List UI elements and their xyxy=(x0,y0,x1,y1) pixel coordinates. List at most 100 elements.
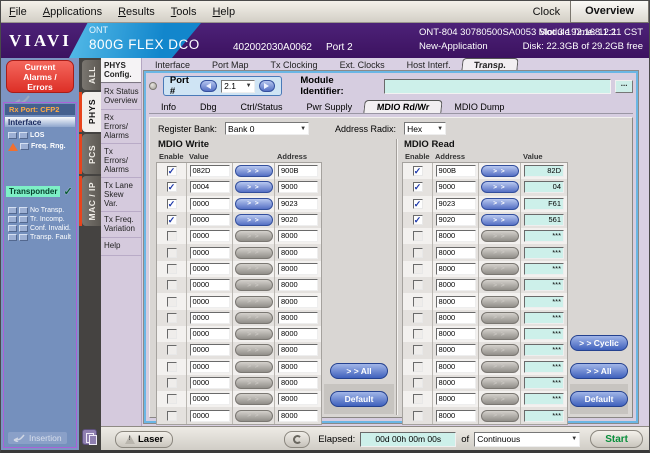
transfer-button[interactable]: > > xyxy=(481,361,519,373)
more-button[interactable]: ... xyxy=(615,80,633,93)
transfer-button[interactable]: > > xyxy=(235,181,273,193)
group-tab-pcs[interactable]: PCS xyxy=(79,134,101,174)
register-bank-select[interactable]: Bank 0▼ xyxy=(225,122,309,135)
laser-button[interactable]: Laser xyxy=(115,431,173,448)
enable-checkbox[interactable] xyxy=(167,362,177,372)
value-field[interactable]: 0004 xyxy=(190,181,230,193)
nav-item-tx-freq-variation[interactable]: Tx Freq. Variation xyxy=(101,212,141,238)
address-field[interactable]: 8000 xyxy=(278,263,318,275)
address-field[interactable]: 9020 xyxy=(436,214,476,226)
transfer-button[interactable]: > > xyxy=(235,296,273,308)
current-alarms-button[interactable]: Current Alarms / Errors xyxy=(6,60,74,93)
enable-checkbox[interactable] xyxy=(167,378,177,388)
enable-checkbox[interactable] xyxy=(413,264,423,274)
address-field[interactable]: 8000 xyxy=(278,344,318,356)
transfer-button[interactable]: > > xyxy=(481,344,519,356)
transfer-button[interactable]: > > xyxy=(481,263,519,275)
value-field[interactable]: *** xyxy=(524,263,564,275)
transfer-button[interactable]: > > xyxy=(235,328,273,340)
address-field[interactable]: 8000 xyxy=(436,230,476,242)
address-field[interactable]: 8000 xyxy=(436,328,476,340)
address-field[interactable]: 9023 xyxy=(278,198,318,210)
tab-mdio-rdwr[interactable]: MDIO Rd/Wr xyxy=(363,100,443,113)
nav-item-phys-config[interactable]: PHYS Config. xyxy=(101,58,141,84)
transfer-button[interactable]: > > xyxy=(481,393,519,405)
value-field[interactable]: 0000 xyxy=(190,279,230,291)
copy-icon[interactable] xyxy=(82,429,97,445)
enable-checkbox[interactable] xyxy=(413,280,423,290)
value-field[interactable]: 0000 xyxy=(190,393,230,405)
transfer-button[interactable]: > > xyxy=(481,328,519,340)
value-field[interactable]: 561 xyxy=(524,214,564,226)
enable-checkbox[interactable] xyxy=(167,248,177,258)
transfer-button[interactable]: > > xyxy=(235,393,273,405)
transfer-button[interactable]: > > xyxy=(481,165,519,177)
enable-checkbox[interactable] xyxy=(167,345,177,355)
address-field[interactable]: 8000 xyxy=(436,263,476,275)
value-field[interactable]: 0000 xyxy=(190,377,230,389)
address-field[interactable]: 8000 xyxy=(436,247,476,259)
value-field[interactable]: *** xyxy=(524,410,564,422)
address-field[interactable]: 8000 xyxy=(278,279,318,291)
value-field[interactable]: 0000 xyxy=(190,344,230,356)
enable-checkbox[interactable]: ✓ xyxy=(413,215,423,225)
transfer-button[interactable]: > > xyxy=(235,361,273,373)
enable-checkbox[interactable]: ✓ xyxy=(167,182,177,192)
write-default-button[interactable]: Default xyxy=(330,391,388,407)
enable-checkbox[interactable]: ✓ xyxy=(413,182,423,192)
insertion-control[interactable]: Insertion xyxy=(8,432,67,444)
enable-checkbox[interactable] xyxy=(413,329,423,339)
transfer-button[interactable]: > > xyxy=(481,214,519,226)
address-field[interactable]: 8000 xyxy=(278,328,318,340)
address-field[interactable]: 8000 xyxy=(436,279,476,291)
address-field[interactable]: 8000 xyxy=(436,344,476,356)
address-field[interactable]: 8000 xyxy=(278,361,318,373)
value-field[interactable]: *** xyxy=(524,296,564,308)
enable-checkbox[interactable] xyxy=(413,345,423,355)
value-field[interactable]: *** xyxy=(524,312,564,324)
enable-checkbox[interactable]: ✓ xyxy=(413,199,423,209)
address-field[interactable]: 8000 xyxy=(278,312,318,324)
group-tab-phys[interactable]: PHYS xyxy=(79,92,101,132)
tab-ctrl-status[interactable]: Ctrl/Status xyxy=(229,101,295,113)
value-field[interactable]: *** xyxy=(524,377,564,389)
address-field[interactable]: 8000 xyxy=(278,393,318,405)
tab-transp[interactable]: Transp. xyxy=(461,58,518,71)
transfer-button[interactable]: > > xyxy=(235,165,273,177)
nav-item-help[interactable]: Help xyxy=(101,238,141,256)
tab-info[interactable]: Info xyxy=(149,101,188,113)
tab-tx-clocking[interactable]: Tx Clocking xyxy=(260,59,329,71)
enable-checkbox[interactable]: ✓ xyxy=(167,199,177,209)
enable-checkbox[interactable] xyxy=(413,362,423,372)
enable-checkbox[interactable] xyxy=(413,231,423,241)
group-tab-all[interactable]: ALL xyxy=(79,60,101,90)
transfer-button[interactable]: > > xyxy=(481,247,519,259)
value-field[interactable]: 0000 xyxy=(190,296,230,308)
port-select[interactable]: 2.1▼ xyxy=(221,80,255,93)
value-field[interactable]: *** xyxy=(524,361,564,373)
transfer-button[interactable]: > > xyxy=(481,279,519,291)
menu-results[interactable]: Results xyxy=(110,4,163,20)
transfer-button[interactable]: > > xyxy=(235,263,273,275)
value-field[interactable]: 0000 xyxy=(190,361,230,373)
address-field[interactable]: 8000 xyxy=(436,377,476,389)
menu-file[interactable]: File xyxy=(1,4,35,20)
transfer-button[interactable]: > > xyxy=(481,312,519,324)
value-field[interactable]: 082D xyxy=(190,165,230,177)
nav-item-tx-lane-skew[interactable]: Tx Lane Skew Var. xyxy=(101,178,141,212)
enable-checkbox[interactable] xyxy=(167,411,177,421)
enable-checkbox[interactable] xyxy=(413,378,423,388)
value-field[interactable]: F61 xyxy=(524,198,564,210)
enable-checkbox[interactable] xyxy=(167,297,177,307)
address-field[interactable]: 8000 xyxy=(278,230,318,242)
transfer-button[interactable]: > > xyxy=(481,181,519,193)
tab-port-map[interactable]: Port Map xyxy=(201,59,260,71)
transfer-button[interactable]: > > xyxy=(235,247,273,259)
read-all-button[interactable]: > > All xyxy=(570,363,628,379)
enable-checkbox[interactable] xyxy=(167,394,177,404)
value-field[interactable]: 0000 xyxy=(190,214,230,226)
tab-host-interf[interactable]: Host Interf. xyxy=(396,59,462,71)
value-field[interactable]: 0000 xyxy=(190,230,230,242)
address-field[interactable]: 9000 xyxy=(278,181,318,193)
value-field[interactable]: 0000 xyxy=(190,312,230,324)
